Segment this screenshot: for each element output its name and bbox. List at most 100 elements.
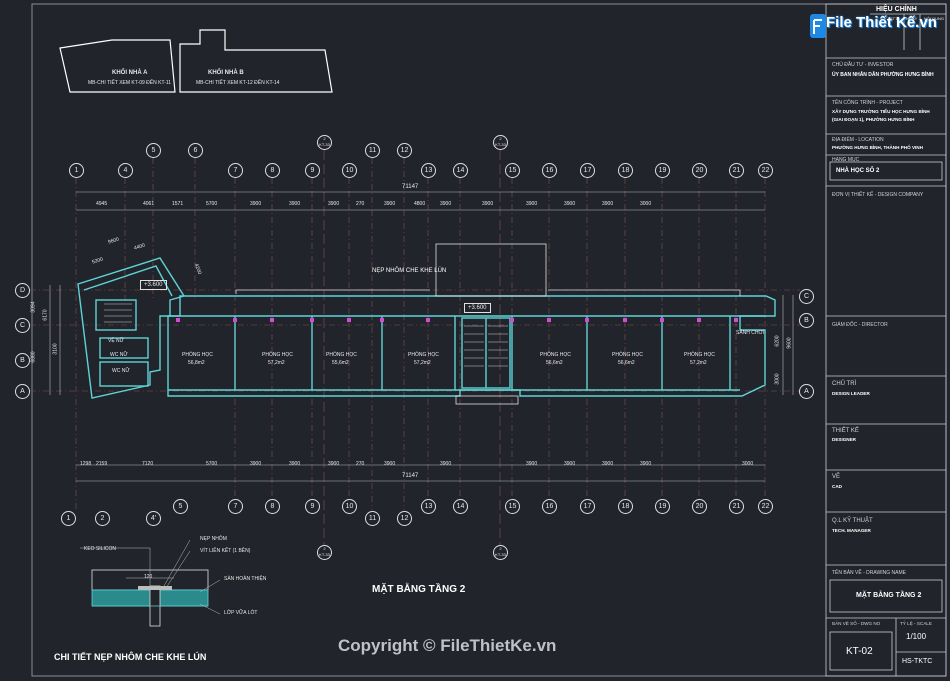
tb-scale-value: 1/100 — [906, 632, 927, 641]
section-mark-3: 2 KT-33 — [317, 545, 332, 560]
room-3-area: 55,6m2 — [332, 360, 349, 366]
bottom-dim-1: 1298 — [80, 461, 92, 467]
axis-bottom-3: 4' — [146, 511, 161, 526]
axis-top-14: 16 — [542, 163, 557, 178]
axis-left-2: C — [15, 318, 30, 333]
tb-drawer-label: VẼ — [832, 474, 841, 480]
left-dim-1: 3094 — [30, 301, 37, 313]
tb-director-label: GIÁM ĐỐC - DIRECTOR — [832, 322, 888, 328]
bottom-dim-14: 3900 — [640, 461, 652, 467]
axis-top-3: 5 — [146, 143, 161, 158]
level-center: +3.600 — [464, 303, 491, 313]
tb-designer-value: DESIGNER — [832, 437, 856, 442]
top-dim-10: 4800 — [414, 201, 426, 207]
bottom-dim-9: 3900 — [384, 461, 396, 467]
top-dim-5: 3900 — [250, 201, 262, 207]
room-1-area: 56,8m2 — [188, 360, 205, 366]
stair-hatch — [104, 303, 508, 367]
top-dim-15: 3900 — [602, 201, 614, 207]
tb-rev-col-3: NỘI DUNG — [924, 16, 944, 21]
axis-top-6: 8 — [265, 163, 280, 178]
left-dim-3: 3100 — [52, 343, 59, 355]
top-dim-2: 4061 — [143, 201, 155, 207]
copyright-watermark: Copyright © FileThietKe.vn — [338, 636, 557, 655]
tb-qa-label: Q.L KỸ THUẬT — [832, 518, 873, 524]
axis-bottom-13: 15 — [505, 499, 520, 514]
top-dim-14: 3900 — [564, 201, 576, 207]
room-5-area: 56,6m2 — [546, 360, 563, 366]
left-dim-2: 6170 — [42, 309, 49, 321]
room-3-name: PHÒNG HỌC — [326, 352, 357, 358]
axis-left-4: A — [15, 384, 30, 399]
top-dim-16: 3000 — [640, 201, 652, 207]
room-4-name: PHÒNG HỌC — [408, 352, 439, 358]
axis-bottom-9: 11 — [365, 511, 380, 526]
axis-bottom-14: 16 — [542, 499, 557, 514]
tb-project-label: TÊN CÔNG TRÌNH - PROJECT — [832, 100, 903, 106]
plan-title: MẶT BẰNG TẦNG 2 — [372, 584, 466, 595]
san-choi: SẢNH CHƠI — [736, 330, 765, 336]
toilet-label-1: VỆ NỮ — [108, 338, 124, 344]
tb-owner-label: CHỦ ĐẦU TƯ - INVESTOR — [832, 62, 894, 68]
bottom-dim-13: 3900 — [602, 461, 614, 467]
top-dim-7: 3900 — [328, 201, 340, 207]
section-mark-4: 2 KT-33 — [493, 545, 508, 560]
axis-top-11: 13 — [421, 163, 436, 178]
tb-location-label: ĐỊA ĐIỂM - LOCATION — [832, 137, 884, 143]
axis-bottom-19: 21 — [729, 499, 744, 514]
axis-bottom-11: 13 — [421, 499, 436, 514]
axis-bottom-7: 9 — [305, 499, 320, 514]
bottom-dim-15: 3000 — [742, 461, 754, 467]
axis-top-2: 4 — [118, 163, 133, 178]
axis-bottom-17: 19 — [655, 499, 670, 514]
bottom-dim-12: 3900 — [564, 461, 576, 467]
tb-location-value: PHƯỜNG HƯNG BÌNH, THÀNH PHỐ VINH — [832, 145, 923, 150]
toilet-label-3: WC NỮ — [112, 368, 130, 374]
toilet-label-2: WC NỮ — [110, 352, 128, 358]
top-dim-6: 3900 — [289, 201, 301, 207]
axis-bottom-1: 1 — [61, 511, 76, 526]
block-a-note: MB-CHI TIẾT XEM KT-09 ĐẾN KT-11 — [88, 80, 172, 86]
room-7-name: PHÒNG HỌC — [684, 352, 715, 358]
axis-bottom-5: 7 — [228, 499, 243, 514]
bottom-dim-11: 3900 — [526, 461, 538, 467]
bottom-dim-7: 3900 — [328, 461, 340, 467]
room-4-area: 57,2m2 — [414, 360, 431, 366]
tb-lead-label: CHỦ TRÌ — [832, 381, 857, 387]
axis-top-17: 19 — [655, 163, 670, 178]
axis-right-2: B — [799, 313, 814, 328]
axis-right-1: C — [799, 289, 814, 304]
axis-bottom-4: 5 — [173, 499, 188, 514]
tb-stage-value: HS-TKTC — [902, 658, 933, 665]
dimension-lines — [49, 191, 794, 482]
axis-top-7: 9 — [305, 163, 320, 178]
tb-item-value: NHÀ HỌC SỐ 2 — [836, 168, 880, 174]
top-dim-12: 3900 — [482, 201, 494, 207]
top-dim-4: 5700 — [206, 201, 218, 207]
tb-company-label: ĐƠN VỊ THIẾT KẾ - DESIGN COMPANY — [832, 192, 924, 198]
bottom-dim-10: 3900 — [440, 461, 452, 467]
tb-lead-value: DESIGN LEADER — [832, 391, 870, 396]
detail-label-san: SÀN HOÀN THIỆN — [224, 576, 267, 582]
left-dim-4: 6880 — [30, 351, 37, 363]
drawing-canvas — [30, 3, 947, 677]
room-1-name: PHÒNG HỌC — [182, 352, 213, 358]
axis-top-5: 7 — [228, 163, 243, 178]
block-a-title: KHỐI NHÀ A — [112, 70, 148, 76]
top-dim-3: 1571 — [172, 201, 184, 207]
tb-owner-value: ỦY BAN NHÂN DÂN PHƯỜNG HƯNG BÌNH — [832, 72, 934, 78]
axis-top-13: 15 — [505, 163, 520, 178]
right-dim-3: 3000 — [774, 373, 781, 385]
axis-top-15: 17 — [580, 163, 595, 178]
tb-revision-label: HIỆU CHỈNH — [876, 6, 917, 13]
top-dim-1: 4945 — [96, 201, 108, 207]
detail-label-vit: VÍT LIÊN KẾT (1 BÊN) — [200, 548, 251, 554]
bottom-dim-8: 270 — [356, 461, 365, 467]
room-2-name: PHÒNG HỌC — [262, 352, 293, 358]
axis-bottom-10: 12 — [397, 511, 412, 526]
right-dim-1: 6200 — [774, 335, 781, 347]
axis-top-19: 21 — [729, 163, 744, 178]
bottom-dim-3: 7120 — [142, 461, 154, 467]
tb-drawer-value: CAD — [832, 484, 842, 489]
top-dim-11: 3900 — [440, 201, 452, 207]
